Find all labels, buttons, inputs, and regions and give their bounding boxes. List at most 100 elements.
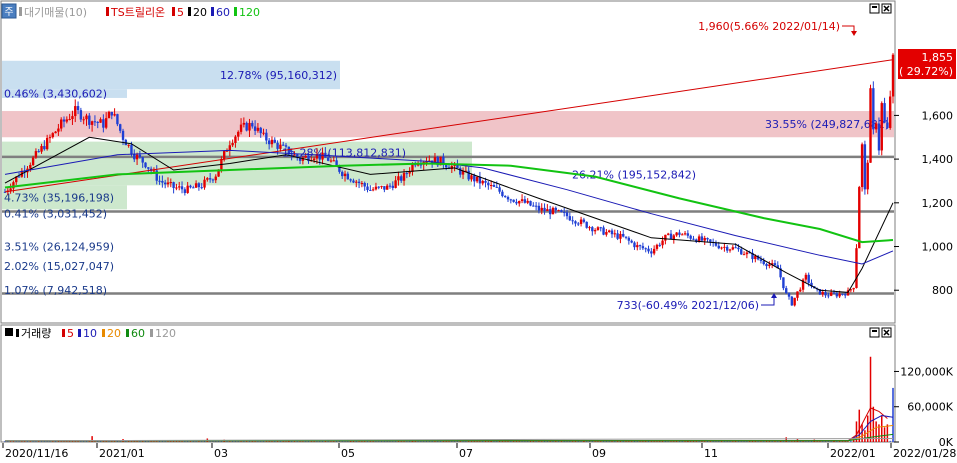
- candle-body: [821, 292, 824, 295]
- candle-body: [259, 127, 262, 134]
- candle-body: [863, 144, 867, 190]
- candle-body: [248, 122, 251, 131]
- candle-body: [546, 209, 549, 212]
- candle-body: [869, 88, 872, 163]
- candle-body: [661, 240, 664, 246]
- candle-body: [251, 122, 254, 127]
- legend-vol-ma10[interactable]: 10: [83, 327, 97, 340]
- candle-body: [408, 171, 411, 174]
- candle-body: [161, 180, 164, 183]
- candle-body: [793, 297, 796, 306]
- price-legend: 주 대기매물(10) TS트릴리온 5 20 60 120: [1, 3, 260, 19]
- candle-body: [548, 209, 552, 215]
- candle-body: [796, 291, 799, 298]
- candle-body: [641, 246, 645, 249]
- candle-body: [400, 176, 403, 181]
- candle-body: [253, 126, 257, 131]
- candle-body: [686, 233, 690, 236]
- candle-body: [172, 182, 175, 189]
- candle-body: [473, 175, 476, 182]
- candle-body: [807, 274, 810, 283]
- candle-body: [532, 205, 535, 207]
- x-tick-label: 11: [704, 447, 718, 460]
- candle-body: [211, 179, 215, 181]
- y-axis-ticks: 8001,0001,2001,4001,6000K60,000K120,000K: [894, 109, 954, 449]
- candle-body: [138, 154, 142, 158]
- candle-body: [832, 292, 836, 294]
- candle-body: [34, 151, 38, 158]
- candle-body: [672, 235, 676, 240]
- candle-body: [872, 88, 875, 130]
- candle-body: [121, 130, 125, 140]
- candle-body: [82, 119, 85, 121]
- candle-body: [647, 248, 650, 252]
- candle-body: [855, 248, 858, 288]
- candle-body: [93, 121, 97, 123]
- candle-body: [602, 227, 605, 235]
- legend-volume[interactable]: 거래량: [21, 327, 51, 340]
- candle-body: [332, 160, 335, 162]
- candle-body: [644, 248, 647, 250]
- supply-zone-label: 12.78% (95,160,312): [220, 69, 337, 82]
- legend-supply-volume[interactable]: 대기매물(10): [24, 6, 87, 19]
- candle-body: [144, 162, 147, 168]
- candle-body: [45, 137, 49, 150]
- candle-body: [245, 122, 248, 131]
- candle-body: [366, 186, 369, 190]
- legend-vol-ma5[interactable]: 5: [67, 327, 74, 340]
- candle-body: [256, 127, 260, 131]
- candle-body: [582, 219, 586, 222]
- candle-body: [357, 181, 361, 184]
- candle-body: [341, 171, 344, 177]
- legend-vol-ma20[interactable]: 20: [107, 327, 121, 340]
- candle-body: [742, 254, 746, 256]
- legend-ticker[interactable]: TS트릴리온: [110, 6, 165, 19]
- legend-ma20[interactable]: 20: [193, 6, 207, 19]
- candle-body: [71, 116, 74, 120]
- candle-body: [579, 219, 583, 224]
- candle-body: [726, 246, 729, 251]
- candle-body: [886, 122, 889, 128]
- candle-body: [265, 132, 268, 141]
- legend-vol-ma120[interactable]: 120: [155, 327, 176, 340]
- candle-body: [394, 180, 397, 188]
- candle-body: [489, 184, 493, 186]
- candle-body: [397, 176, 400, 181]
- candle-body: [787, 293, 791, 297]
- legend-ma60[interactable]: 60: [216, 6, 230, 19]
- legend-ma5[interactable]: 5: [177, 6, 184, 19]
- volume-panel-frame: [0, 324, 896, 443]
- candle-body: [658, 244, 661, 246]
- candle-body: [574, 221, 577, 224]
- candle-body: [17, 176, 21, 178]
- candle-body: [208, 178, 212, 180]
- candle-body: [276, 142, 279, 149]
- maximize-button[interactable]: [869, 327, 880, 338]
- candle-body: [214, 176, 217, 181]
- candle-body: [607, 230, 611, 232]
- candle-body: [563, 211, 566, 213]
- candle-body: [405, 173, 409, 175]
- stock-chart-window: 12.78% (95,160,312) 0.46% (3,430,602) 33.5…: [0, 0, 957, 463]
- candle-body: [369, 189, 372, 191]
- candle-body: [312, 158, 316, 161]
- candle-body: [518, 200, 521, 204]
- candle-body: [666, 233, 670, 235]
- candle-body: [178, 186, 181, 188]
- candle-body: [692, 238, 695, 240]
- candle-body: [383, 186, 386, 190]
- supply-zone-label: 3.51% (26,124,959): [4, 241, 114, 254]
- candle-body: [678, 232, 681, 235]
- candle-body: [523, 199, 527, 203]
- x-tick-label: 03: [214, 447, 228, 460]
- candle-body: [630, 240, 633, 243]
- current-price-tag: 1,855 ( 29.72%): [898, 49, 956, 79]
- legend-ma120[interactable]: 120: [239, 6, 260, 19]
- candle-body: [554, 207, 557, 211]
- candle-body: [874, 123, 878, 130]
- maximize-button[interactable]: [869, 3, 880, 14]
- candle-body: [203, 179, 206, 188]
- supply-zone: [2, 111, 894, 138]
- candle-body: [537, 205, 541, 211]
- legend-vol-ma60[interactable]: 60: [131, 327, 145, 340]
